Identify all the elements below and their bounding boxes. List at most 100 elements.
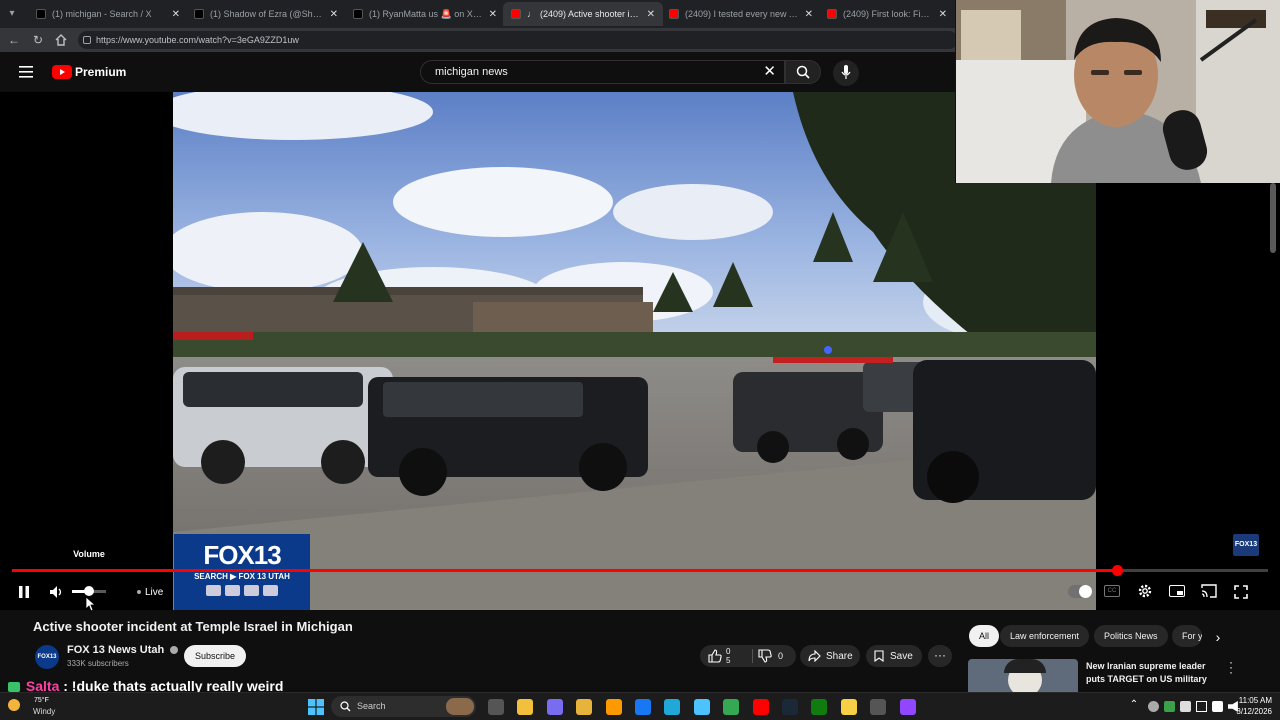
suggested-title-line-1: New Iranian supreme leader <box>1086 661 1206 671</box>
start-button[interactable] <box>308 699 324 715</box>
channel-watermark-text: FOX13 <box>1234 541 1258 548</box>
share-icon <box>808 650 821 662</box>
task-view-icon[interactable] <box>488 699 504 715</box>
file-manager-icon[interactable] <box>576 699 593 715</box>
search-button[interactable] <box>785 60 821 84</box>
store-icon[interactable] <box>693 699 710 715</box>
settings-icon[interactable] <box>1137 583 1153 599</box>
tab-youtube-active-shooter[interactable]: ♩ (2409) Active shooter incident... ✕ <box>503 2 663 26</box>
chip-for-you[interactable]: For y <box>1172 625 1202 647</box>
streamer-webcam-overlay <box>955 0 1280 183</box>
tab-audio-icon[interactable]: ♩ <box>527 9 536 19</box>
search-input[interactable]: michigan news ✕ <box>420 60 785 84</box>
obs-icon[interactable] <box>899 699 916 715</box>
weather-widget[interactable]: 75°F Windy <box>8 695 68 719</box>
tray-overflow-icon[interactable]: ⌃ <box>1128 699 1140 713</box>
taskbar-search-icon <box>340 701 351 712</box>
subtitles-icon[interactable]: CC <box>1104 585 1120 597</box>
tab-x-ryanmatta[interactable]: (1) RyanMatta us 🚨 on X: "Harris... ✕ <box>345 2 505 26</box>
weather-desc: Windy <box>33 707 56 716</box>
chips-next-chevron-icon[interactable]: › <box>1208 627 1228 647</box>
progress-scrubber-knob[interactable] <box>1112 565 1124 576</box>
gaming-icon[interactable] <box>870 699 887 715</box>
more-actions-button[interactable]: ··· <box>928 645 952 667</box>
tab-youtube-figure-03[interactable]: (2409) First look: Figure 03 hum... ✕ <box>819 2 955 26</box>
suggested-more-icon[interactable]: · · · <box>1226 656 1236 678</box>
tray-update-icon[interactable] <box>1164 701 1175 712</box>
like-count-secondary: 5 <box>726 656 731 665</box>
pause-button[interactable] <box>16 584 32 600</box>
app-store-badges <box>174 585 310 596</box>
voice-search-button[interactable] <box>833 60 859 86</box>
tab-x-shadow-of-ezra[interactable]: (1) Shadow of Ezra (@Shadowofl... ✕ <box>186 2 346 26</box>
channel-watermark[interactable]: FOX13 <box>1233 534 1259 556</box>
weather-icon <box>8 699 20 711</box>
youtube-premium-label: Premium <box>75 65 127 79</box>
live-indicator[interactable]: Live <box>137 584 163 600</box>
cast-icon[interactable] <box>1201 584 1217 598</box>
chip-law-enforcement[interactable]: Law enforcement <box>1000 625 1090 647</box>
x-favicon-icon <box>36 9 46 19</box>
fullscreen-icon[interactable] <box>1233 584 1249 600</box>
volume-slider-knob[interactable] <box>84 586 94 596</box>
back-icon[interactable]: ← <box>6 32 22 48</box>
like-dislike-divider <box>752 649 753 663</box>
notes-icon[interactable] <box>840 699 857 715</box>
tab-close-icon[interactable]: ✕ <box>489 9 497 20</box>
explorer-icon[interactable] <box>517 699 534 715</box>
youtube-app-icon[interactable] <box>752 699 769 715</box>
tab-title: (2409) Active shooter incident... <box>540 9 641 19</box>
channel-name[interactable]: FOX 13 News Utah <box>67 644 179 656</box>
suggested-video-thumbnail[interactable] <box>968 659 1078 692</box>
tray-icons <box>1148 701 1239 712</box>
channel-avatar[interactable]: FOX13 <box>35 645 59 669</box>
clear-search-icon[interactable]: ✕ <box>763 61 776 83</box>
save-button[interactable]: Save <box>866 645 922 667</box>
edge-icon[interactable] <box>664 699 681 715</box>
chrome-icon[interactable] <box>723 699 740 715</box>
page-scrollbar[interactable] <box>1270 183 1276 253</box>
tab-x-michigan-search[interactable]: (1) michigan - Search / X ✕ <box>28 2 188 26</box>
youtube-logo[interactable]: Premium <box>52 64 126 80</box>
url-field[interactable]: https://www.youtube.com/watch?v=3eGA9ZZD… <box>78 31 958 49</box>
tab-close-icon[interactable]: ✕ <box>647 9 655 20</box>
site-info-icon[interactable] <box>83 36 91 44</box>
tray-audio-device-icon[interactable] <box>1180 701 1191 712</box>
tab-close-icon[interactable]: ✕ <box>939 9 947 20</box>
tab-close-icon[interactable]: ✕ <box>805 9 813 20</box>
tab-close-icon[interactable]: ✕ <box>172 9 180 20</box>
windows-taskbar: 75°F Windy Search ⌃ 11:05 AM 3/12/2026 <box>0 692 1280 720</box>
share-button[interactable]: Share <box>800 645 860 667</box>
amazon-icon[interactable] <box>605 699 622 715</box>
home-icon[interactable] <box>53 32 69 48</box>
miniplayer-icon[interactable] <box>1169 585 1185 597</box>
display-icon[interactable] <box>1196 701 1207 712</box>
tab-close-icon[interactable]: ✕ <box>330 9 338 20</box>
chip-all[interactable]: All <box>969 625 1000 647</box>
hamburger-menu-icon[interactable] <box>19 65 33 78</box>
tab-youtube-apple-test[interactable]: (2409) I tested every new Apple F... ✕ <box>661 2 821 26</box>
facebook-icon[interactable] <box>635 699 651 715</box>
taskbar-search-box[interactable]: Search <box>331 696 476 717</box>
subscriber-count: 333K subscribers <box>67 659 129 668</box>
microphone-icon <box>841 65 851 79</box>
tab-title: (2409) First look: Figure 03 hum... <box>843 9 933 19</box>
mute-button[interactable] <box>48 584 66 600</box>
volume-slider[interactable] <box>72 586 106 596</box>
system-clock[interactable]: 11:05 AM 3/12/2026 <box>1228 695 1272 717</box>
copilot-icon[interactable] <box>546 699 563 715</box>
like-button[interactable]: 0 5 <box>708 645 748 667</box>
tray-app-icon[interactable] <box>1148 701 1159 712</box>
youtube-favicon-icon <box>511 9 521 19</box>
reload-icon[interactable]: ↻ <box>30 32 46 48</box>
tab-search-button[interactable]: ▾ <box>4 6 20 22</box>
autoplay-toggle[interactable] <box>1068 585 1092 598</box>
dislike-button[interactable]: 0 <box>758 645 794 667</box>
subscribe-button[interactable]: Subscribe <box>184 645 246 667</box>
xbox-icon[interactable] <box>811 699 828 715</box>
progress-bar[interactable] <box>12 565 1268 576</box>
chip-politics-news[interactable]: Politics News <box>1094 625 1168 647</box>
tab-title: (2409) I tested every new Apple F... <box>685 9 799 19</box>
network-icon[interactable] <box>1212 701 1223 712</box>
steam-icon[interactable] <box>782 699 798 715</box>
